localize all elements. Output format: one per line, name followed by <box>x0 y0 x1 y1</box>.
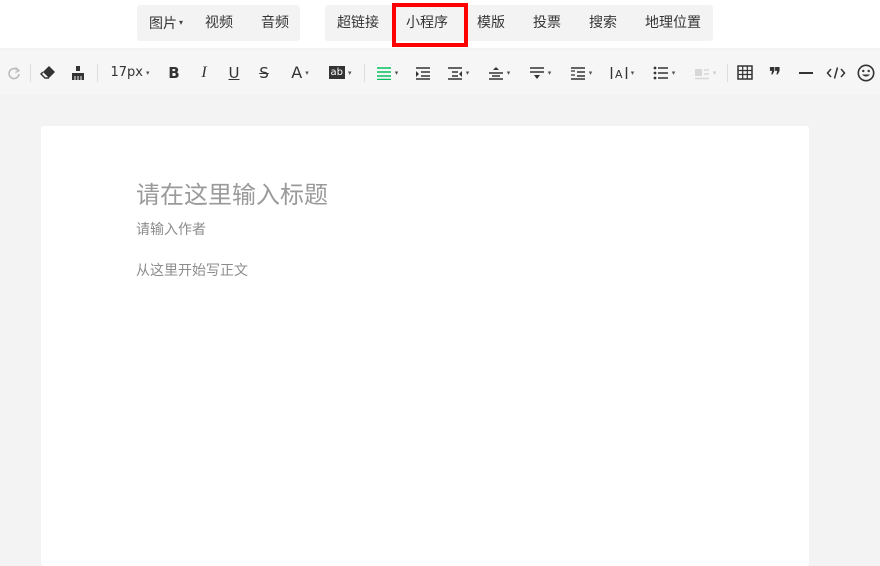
title-input[interactable]: 请在这里输入标题 <box>136 175 328 210</box>
chevron-down-icon: ▾ <box>179 18 184 27</box>
line-height-icon[interactable]: ▾ <box>483 50 515 95</box>
chevron-down-icon: ▾ <box>394 68 399 77</box>
chevron-down-icon: ▾ <box>305 68 309 77</box>
insert-search-button[interactable]: 搜索 <box>589 5 617 41</box>
chevron-down-icon: ▾ <box>506 68 511 77</box>
chevron-down-icon: ▾ <box>671 68 676 77</box>
letter-spacing-icon[interactable]: A ▾ <box>606 50 638 95</box>
bold-icon[interactable]: B <box>164 50 184 95</box>
underline-icon[interactable]: U <box>224 50 244 95</box>
strikethrough-icon[interactable]: S <box>254 50 274 95</box>
format-painter-icon[interactable] <box>68 50 88 95</box>
paragraph-spacing-icon[interactable]: ▾ <box>524 50 556 95</box>
chevron-down-icon: ▾ <box>588 68 593 77</box>
highlight-box <box>392 3 468 47</box>
svg-text:A: A <box>615 68 623 80</box>
divider <box>30 64 31 82</box>
insert-audio-button[interactable]: 音频 <box>261 5 289 41</box>
chevron-down-icon: ▾ <box>465 68 470 77</box>
quote-icon[interactable]: ❞ <box>764 50 786 95</box>
chevron-down-icon: ▾ <box>547 68 552 77</box>
divider <box>727 64 728 82</box>
eraser-icon[interactable] <box>38 50 58 95</box>
background-color-icon[interactable]: ab ▾ <box>324 50 356 95</box>
image-float-icon[interactable]: ▾ <box>689 50 721 95</box>
insert-hyperlink-button[interactable]: 超链接 <box>337 5 379 41</box>
redo-icon[interactable] <box>4 50 24 95</box>
font-color-icon[interactable]: A ▾ <box>284 50 316 95</box>
insert-menu-bar: 图片 ▾ 视频 音频 超链接 小程序 模版 投票 搜索 地理位置 <box>0 0 880 48</box>
code-icon[interactable] <box>824 50 848 95</box>
align-icon[interactable]: ▾ <box>371 50 403 95</box>
divider-icon[interactable] <box>795 50 817 95</box>
author-input[interactable]: 请输入作者 <box>136 219 206 239</box>
insert-vote-button[interactable]: 投票 <box>533 5 561 41</box>
italic-icon[interactable]: I <box>194 50 214 95</box>
insert-template-button[interactable]: 模版 <box>477 5 505 41</box>
insert-video-button[interactable]: 视频 <box>205 5 233 41</box>
first-line-indent-icon[interactable]: ▾ <box>442 50 474 95</box>
emoji-icon[interactable] <box>855 50 877 95</box>
table-icon[interactable] <box>734 50 756 95</box>
chevron-down-icon: ▾ <box>712 68 717 77</box>
insert-image-button[interactable]: 图片 ▾ <box>149 5 183 41</box>
format-toolbar: 17px ▾ B I U S A ▾ ab ▾ ▾ ▾ ▾ ▾ ▾ A ▾ ▾ ▾ ❞ <box>0 50 880 95</box>
divider <box>97 64 98 82</box>
list-icon[interactable]: ▾ <box>648 50 680 95</box>
divider <box>364 64 365 82</box>
body-editor[interactable]: 从这里开始写正文 <box>136 260 248 280</box>
chevron-down-icon: ▾ <box>347 68 352 77</box>
insert-location-button[interactable]: 地理位置 <box>645 5 701 41</box>
font-size-select[interactable]: 17px ▾ <box>106 50 154 95</box>
chevron-down-icon: ▾ <box>630 68 635 77</box>
spacing-icon[interactable]: ▾ <box>565 50 597 95</box>
indent-icon[interactable] <box>412 50 434 95</box>
chevron-down-icon: ▾ <box>145 68 150 77</box>
